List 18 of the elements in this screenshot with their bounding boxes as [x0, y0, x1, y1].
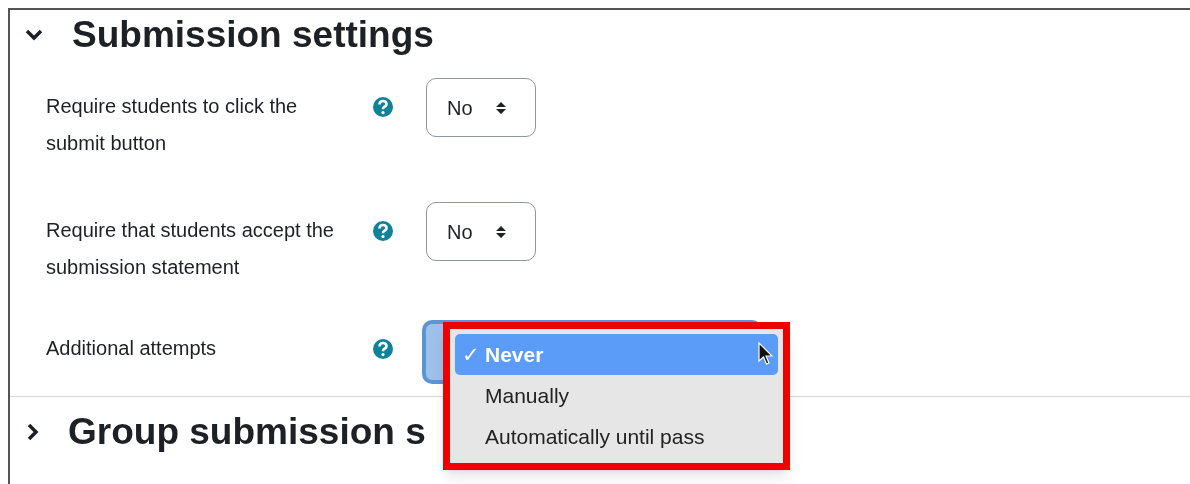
field-label: Require that students accept the submission statement	[46, 218, 335, 280]
help-icon[interactable]	[372, 338, 394, 360]
help-icon[interactable]	[372, 96, 394, 118]
select-dropdown[interactable]: No	[426, 78, 536, 137]
dropdown-option[interactable]: Manually	[455, 375, 778, 416]
chevron-down-icon[interactable]	[24, 28, 44, 42]
select-dropdown[interactable]: No	[426, 202, 536, 261]
sort-arrows-icon	[494, 224, 507, 239]
sort-arrows-icon	[494, 100, 507, 115]
section-heading: Submission settings	[72, 13, 434, 58]
dropdown-option[interactable]: Automatically until pass	[455, 416, 778, 457]
check-icon: ✓	[462, 338, 480, 371]
cursor-icon	[758, 342, 774, 366]
field-label: Additional attempts	[46, 336, 218, 361]
help-icon[interactable]	[372, 220, 394, 242]
chevron-right-icon[interactable]	[26, 421, 40, 442]
field-label: Require students to click the submit button	[46, 94, 299, 156]
section-heading: Group submission s	[68, 409, 426, 454]
